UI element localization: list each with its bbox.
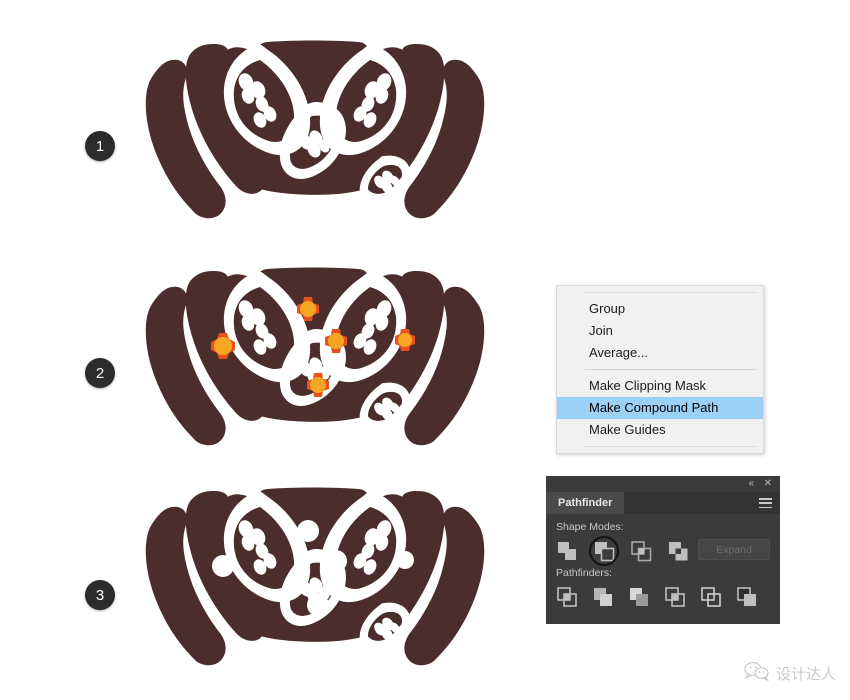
menu-item-make-clipping-mask[interactable]: Make Clipping Mask [557,375,763,397]
menu-item-join[interactable]: Join [557,320,763,342]
menu-item-make-guides[interactable]: Make Guides [557,419,763,441]
step-badge-3: 3 [85,580,115,610]
pathfinder-panel[interactable]: « ✕ Pathfinder Shape Modes: Expand Pathf… [546,476,780,624]
watermark-text: 设计达人 [775,665,836,683]
panel-body: Shape Modes: Expand Pathfinders: [546,514,780,624]
pathfinders-label: Pathfinders: [556,567,613,579]
close-icon[interactable]: ✕ [764,478,772,490]
double-chevron-left-icon[interactable]: « [748,478,754,490]
step-badge-1: 1 [85,131,115,161]
minus-back-icon[interactable] [736,586,758,608]
panel-menu-icon[interactable] [759,498,772,508]
merge-icon[interactable] [628,586,650,608]
illustration-step-1 [140,30,490,230]
menu-divider [585,369,757,370]
watermark: 设计达人 [744,661,836,686]
panel-tab-row[interactable]: Pathfinder [546,492,780,514]
intersect-icon[interactable] [630,540,652,562]
wechat-icon [744,661,770,686]
object-context-menu[interactable]: Group Join Average... Make Clipping Mask… [556,285,764,454]
step-badge-2: 2 [85,358,115,388]
menu-bottom-divider [585,446,757,447]
divide-icon[interactable] [556,586,578,608]
shape-modes-label: Shape Modes: [556,521,624,533]
menu-item-make-compound-path[interactable]: Make Compound Path [557,397,763,419]
panel-titlebar: « ✕ [546,476,780,492]
step-badge-label: 2 [95,364,105,382]
illustration-step-3 [140,477,490,677]
expand-button[interactable]: Expand [698,539,770,560]
unite-icon[interactable] [556,540,578,562]
menu-item-average[interactable]: Average... [557,342,763,364]
menu-item-group[interactable]: Group [557,298,763,320]
illustration-step-2 [140,257,490,457]
step-badge-label: 3 [95,586,105,604]
step-badge-label: 1 [95,137,105,155]
crop-icon[interactable] [664,586,686,608]
outline-icon[interactable] [700,586,722,608]
menu-top-divider [585,292,757,293]
minus-front-icon[interactable] [589,536,619,566]
trim-icon[interactable] [592,586,614,608]
shape-modes-row: Expand [556,536,770,566]
exclude-icon[interactable] [667,540,689,562]
tab-pathfinder[interactable]: Pathfinder [546,492,625,514]
pathfinders-row [556,582,770,612]
